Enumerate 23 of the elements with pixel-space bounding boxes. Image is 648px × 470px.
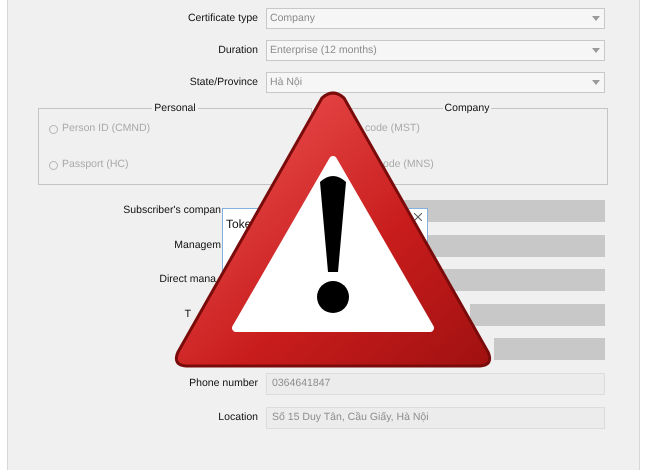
dropdown-field[interactable]: Company <box>266 8 605 29</box>
field-label: Subscriber's compan <box>123 203 221 218</box>
radio-label: Passport (HC) <box>62 157 129 172</box>
radio-label: Person ID (CMND) <box>62 121 150 136</box>
field-label: Certificate type <box>186 10 259 26</box>
dropdown-field[interactable]: Enterprise (12 months) <box>266 40 605 61</box>
text-field[interactable]: Số 15 Duy Tân, Cầu Giấy, Hà Nội <box>266 407 605 429</box>
group-title: Company <box>442 101 492 115</box>
field-label: Managem <box>174 238 221 253</box>
field-label: State/Province <box>188 74 259 90</box>
field-label: Phone number <box>189 376 258 391</box>
field-label: Direct mana <box>159 272 216 288</box>
dropdown-field[interactable]: Hà Nội <box>266 72 605 93</box>
radio-label: ode (MNS) <box>383 157 434 172</box>
radio-label: code (MST) <box>365 121 420 136</box>
dropdown-caret-icon <box>592 48 600 53</box>
field-label: Location <box>218 410 258 426</box>
field-label: Duration <box>217 42 259 58</box>
dropdown-caret-icon <box>592 80 600 85</box>
close-icon[interactable] <box>414 213 422 221</box>
text-field[interactable]: 0364641847 <box>266 372 605 394</box>
field-label: T <box>184 306 191 322</box>
dropdown-caret-icon <box>592 16 600 21</box>
